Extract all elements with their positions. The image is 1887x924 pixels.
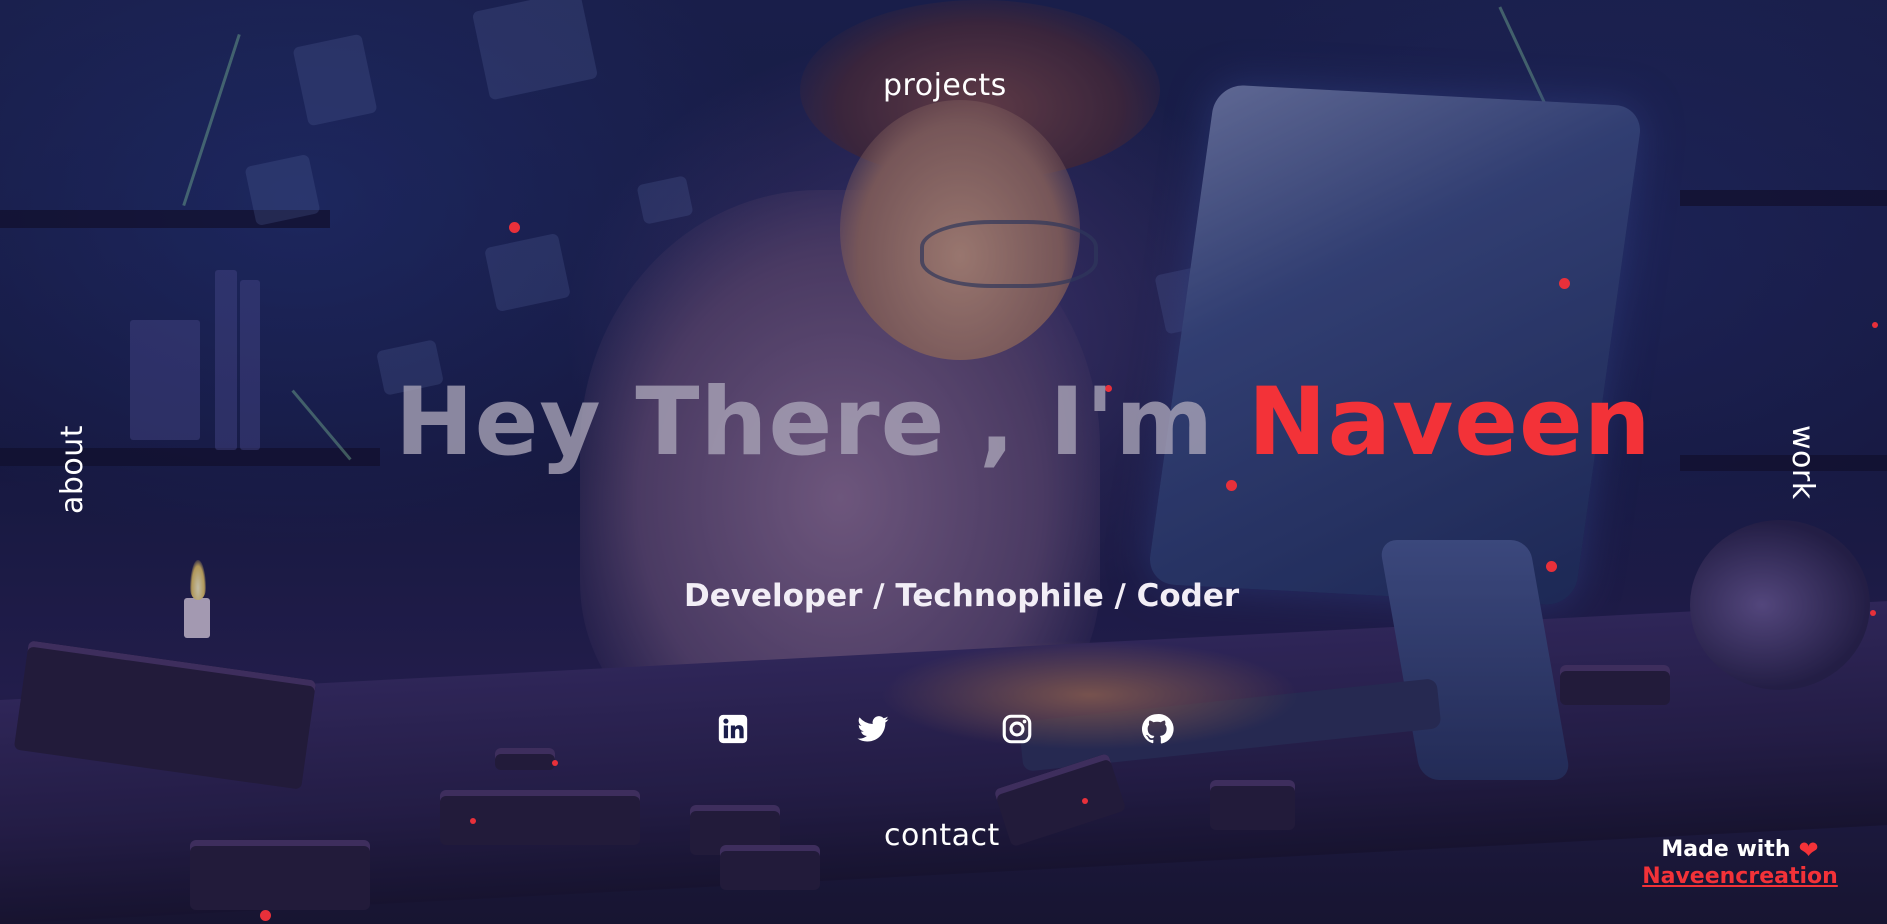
author-link[interactable]: Naveencreation <box>1642 864 1838 889</box>
nav-contact-link[interactable]: contact <box>884 818 1000 853</box>
made-with-line: Made with ❤ <box>1640 836 1840 864</box>
particle-dot <box>260 910 271 921</box>
github-icon[interactable] <box>1140 712 1174 746</box>
linkedin-icon[interactable] <box>716 712 750 746</box>
social-links <box>716 712 1176 746</box>
tagline: Developer / Technophile / Coder <box>684 578 1240 614</box>
particle-dot <box>1226 480 1237 491</box>
footer-credit: Made with ❤ Naveencreation <box>1640 836 1840 889</box>
made-with-text: Made with <box>1661 837 1791 862</box>
particle-dot <box>470 818 476 824</box>
particle-dot <box>552 760 558 766</box>
hero-heading: Hey There , I'm Naveen <box>395 368 1651 478</box>
nav-projects-link[interactable]: projects <box>883 68 1007 103</box>
nav-work-link[interactable]: work <box>1785 425 1820 500</box>
particle-dot <box>1872 322 1878 328</box>
hero-greeting: Hey There , I'm <box>395 368 1215 477</box>
particle-dot <box>509 222 520 233</box>
heart-icon: ❤ <box>1798 836 1819 864</box>
hero-name: Naveen <box>1247 368 1652 477</box>
particle-dot <box>1870 610 1876 616</box>
twitter-icon[interactable] <box>856 712 890 746</box>
instagram-icon[interactable] <box>1000 712 1034 746</box>
particle-dot <box>1546 561 1557 572</box>
nav-about-link[interactable]: about <box>55 425 90 514</box>
particle-dot <box>1082 798 1088 804</box>
particle-dot <box>1559 278 1570 289</box>
